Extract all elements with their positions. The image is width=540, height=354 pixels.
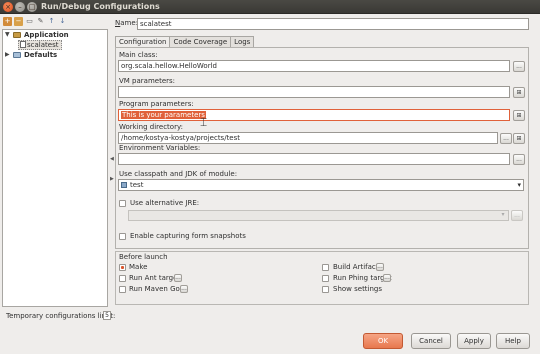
tree-toolbar: + − ▭ ✎ ↑ ↓ <box>3 17 67 28</box>
name-label: Name: <box>115 19 139 27</box>
alternative-jre-label: Use alternative JRE: <box>130 199 200 207</box>
maximize-window-button[interactable]: □ <box>27 2 37 12</box>
chevron-down-icon[interactable]: ▼ <box>5 30 10 40</box>
close-window-button[interactable]: × <box>3 2 13 12</box>
classpath-module-value: test <box>130 181 144 189</box>
move-down-icon[interactable]: ↓ <box>58 17 67 26</box>
working-directory-label: Working directory: <box>119 123 183 131</box>
configuration-tree-pane <box>2 29 108 307</box>
run-phing-target-config-button[interactable]: ... <box>383 274 391 282</box>
show-settings-checkbox[interactable] <box>322 286 329 293</box>
make-checkbox[interactable] <box>119 264 126 271</box>
show-settings-label: Show settings <box>333 285 383 293</box>
program-parameters-value: This is your parameters <box>121 111 206 119</box>
help-button[interactable]: Help <box>496 333 530 349</box>
ok-button[interactable]: OK <box>363 333 403 349</box>
working-directory-browse-button[interactable]: ... <box>500 133 512 144</box>
working-directory-input[interactable]: /home/kostya-kostya/projects/test <box>118 132 498 144</box>
splitter-right-arrow[interactable]: ▶ <box>110 177 114 182</box>
capture-snapshots-label: Enable capturing form snapshots <box>130 232 246 240</box>
before-launch-title: Before launch <box>119 253 168 261</box>
main-class-label: Main class: <box>119 51 158 59</box>
run-maven-goal-checkbox[interactable] <box>119 286 126 293</box>
chevron-right-icon[interactable]: ▶ <box>5 50 10 60</box>
copy-icon[interactable]: ▭ <box>25 17 34 26</box>
remove-icon[interactable]: − <box>14 17 23 26</box>
environment-variables-input[interactable] <box>118 153 510 165</box>
name-input[interactable]: scalatest <box>137 18 529 30</box>
make-label: Make <box>129 263 148 271</box>
cancel-button[interactable]: Cancel <box>411 333 451 349</box>
add-icon[interactable]: + <box>3 17 12 26</box>
application-icon <box>13 32 21 38</box>
environment-variables-browse-button[interactable]: ... <box>513 154 525 165</box>
alternative-jre-browse-button: ... <box>511 210 523 221</box>
mouse-cursor-icon: ⌶ <box>200 115 208 129</box>
minimize-icon: – <box>18 2 22 11</box>
classpath-module-select[interactable]: test ▾ <box>118 179 524 191</box>
close-icon: × <box>5 2 11 11</box>
tree-item-label: Defaults <box>24 51 58 59</box>
tree-item-label: scalatest <box>27 41 59 49</box>
build-artifacts-label: Build Artifacts <box>333 263 383 271</box>
tree-item-defaults[interactable]: ▶ Defaults <box>4 50 106 60</box>
program-parameters-input[interactable]: This is your parameters <box>118 109 510 121</box>
defaults-icon <box>13 52 21 58</box>
tree-item-label: Application <box>24 31 69 39</box>
window-title: Run/Debug Configurations <box>41 2 160 11</box>
run-ant-target-label: Run Ant target <box>129 274 181 282</box>
configuration-tree: ▼ Application scalatest ▶ Defaults <box>4 30 106 60</box>
run-ant-target-checkbox[interactable] <box>119 275 126 282</box>
chevron-down-icon: ▾ <box>501 211 505 218</box>
settings-icon[interactable]: ✎ <box>36 17 45 26</box>
run-maven-goal-label: Run Maven Goal <box>129 285 187 293</box>
scalatest-icon <box>20 41 26 48</box>
vm-parameters-label: VM parameters: <box>119 77 176 85</box>
environment-variables-label: Environment Variables: <box>119 144 201 152</box>
main-class-input[interactable]: org.scala.hellow.HelloWorld <box>118 60 510 72</box>
main-class-browse-button[interactable]: ... <box>513 61 525 72</box>
temp-config-limit-input[interactable]: 5 <box>103 311 111 320</box>
vm-parameters-expand-button[interactable]: ⊞ <box>513 87 525 98</box>
expand-icon: ⊞ <box>516 135 522 142</box>
alternative-jre-checkbox[interactable] <box>119 200 126 207</box>
tab-logs[interactable]: Logs <box>230 36 255 47</box>
build-artifacts-checkbox[interactable] <box>322 264 329 271</box>
program-parameters-label: Program parameters: <box>119 100 194 108</box>
working-directory-macro-button[interactable]: ⊞ <box>513 133 525 144</box>
expand-icon: ⊞ <box>516 89 522 96</box>
run-phing-target-checkbox[interactable] <box>322 275 329 282</box>
tab-code-coverage[interactable]: Code Coverage <box>169 36 232 47</box>
build-artifacts-config-button[interactable]: ... <box>376 263 384 271</box>
vm-parameters-input[interactable] <box>118 86 510 98</box>
program-parameters-expand-button[interactable]: ⊞ <box>513 110 525 121</box>
expand-icon: ⊞ <box>516 112 522 119</box>
capture-snapshots-checkbox[interactable] <box>119 233 126 240</box>
title-bar: × – □ Run/Debug Configurations <box>0 0 540 14</box>
temp-config-limit-label: Temporary configurations limit: <box>6 312 116 320</box>
alternative-jre-input <box>128 210 509 221</box>
tree-item-scalatest[interactable]: scalatest <box>4 40 106 50</box>
module-icon <box>121 182 127 188</box>
tree-item-application[interactable]: ▼ Application <box>4 30 106 40</box>
apply-button[interactable]: Apply <box>457 333 491 349</box>
splitter-left-arrow[interactable]: ◀ <box>110 157 114 162</box>
config-tabs: Configuration Code Coverage Logs <box>115 36 255 48</box>
classpath-module-label: Use classpath and JDK of module: <box>119 170 238 178</box>
minimize-window-button[interactable]: – <box>15 2 25 12</box>
maximize-icon: □ <box>28 2 36 11</box>
run-maven-goal-config-button[interactable]: ... <box>180 285 188 293</box>
move-up-icon[interactable]: ↑ <box>47 17 56 26</box>
run-ant-target-config-button[interactable]: ... <box>174 274 182 282</box>
chevron-down-icon: ▾ <box>517 181 521 189</box>
